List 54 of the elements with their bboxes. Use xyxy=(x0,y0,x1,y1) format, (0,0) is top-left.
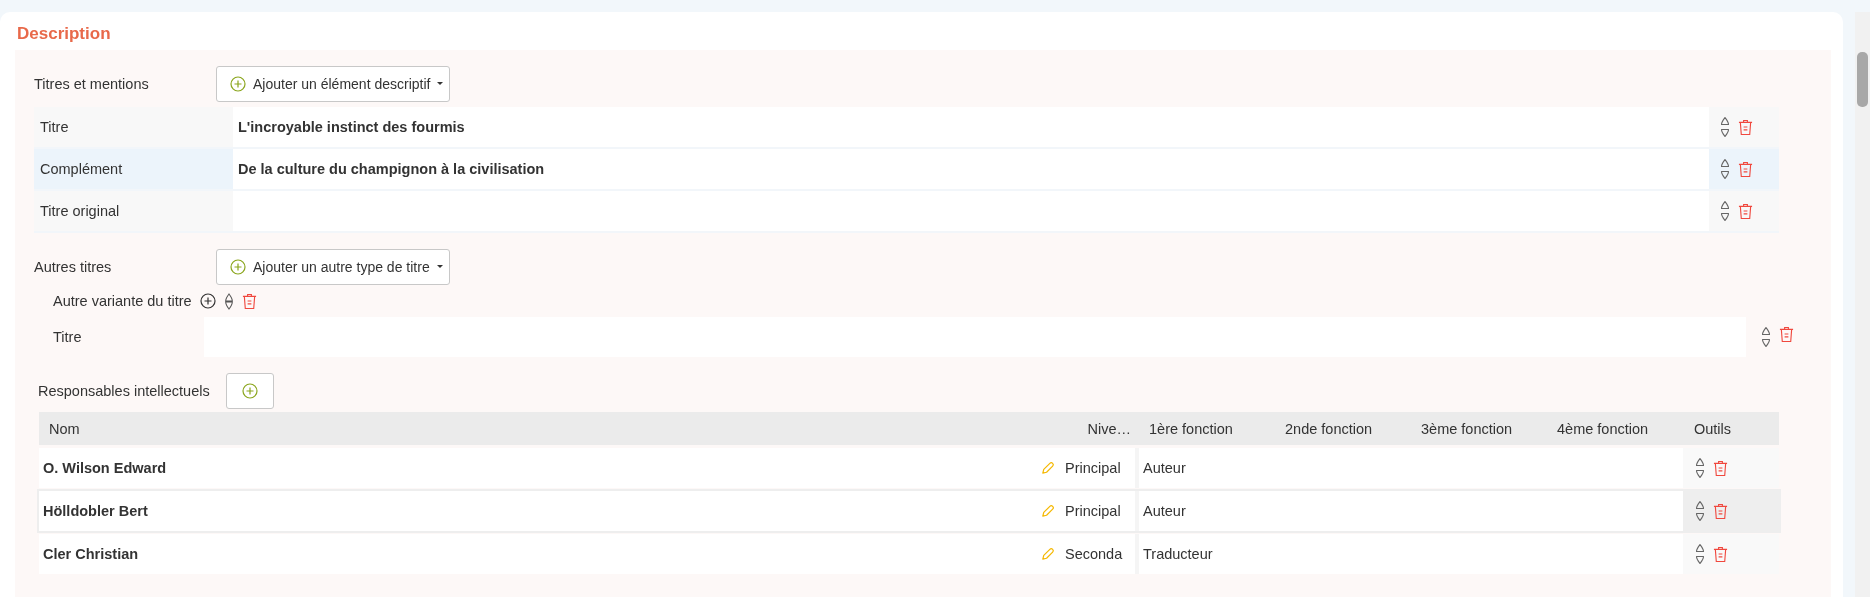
table-cell-text: Auteur xyxy=(1142,502,1187,521)
trash-icon[interactable] xyxy=(241,292,257,310)
add-button[interactable] xyxy=(226,373,274,409)
table-row[interactable]: Hölldobler Bert Principal Auteur xyxy=(39,491,1779,531)
column-header[interactable]: 3ème fonction xyxy=(1411,420,1547,437)
group-label: Titres et mentions xyxy=(34,76,150,92)
column-header[interactable]: 1ère fonction xyxy=(1139,420,1275,437)
section-title: Description xyxy=(16,23,112,45)
reorder-icon[interactable] xyxy=(1720,200,1730,222)
column-header[interactable]: 4ème fonction xyxy=(1547,420,1683,437)
trash-icon[interactable] xyxy=(1713,502,1728,520)
caret-icon xyxy=(437,82,444,86)
table-row[interactable]: O. Wilson Edward Principal Auteur xyxy=(39,448,1779,488)
input-field[interactable]: L'incroyable instinct des fourmis xyxy=(233,107,1709,147)
input-field[interactable]: De la culture du champignon à la civilisation xyxy=(233,149,1709,189)
trash-icon[interactable] xyxy=(1738,202,1753,220)
column-header[interactable]: 2nde fonction xyxy=(1275,420,1411,437)
reorder-icon[interactable] xyxy=(1761,326,1771,348)
add-title-type-button[interactable]: Ajouter un autre type de titre xyxy=(216,249,450,285)
trash-icon[interactable] xyxy=(1713,459,1728,477)
table-cell-text: Auteur xyxy=(1142,459,1187,478)
trash-icon[interactable] xyxy=(1738,118,1753,136)
caret-icon xyxy=(436,265,443,269)
group-label: Responsables intellectuels xyxy=(38,383,211,399)
field-label: Titre xyxy=(52,329,83,345)
reorder-icon[interactable] xyxy=(1720,116,1730,138)
table-cell: Seconda xyxy=(1061,534,1139,574)
plus-icon xyxy=(230,259,246,275)
reorder-icon[interactable] xyxy=(1720,158,1730,180)
table-cell: Hölldobler Bert xyxy=(43,503,148,519)
trash-icon[interactable] xyxy=(1738,160,1753,178)
table-cell: O. Wilson Edward xyxy=(43,460,167,476)
group-label: Autres titres xyxy=(34,259,113,275)
table-cell: Cler Christian xyxy=(43,546,139,562)
plus-icon xyxy=(199,293,216,309)
field-label: Complément xyxy=(34,149,233,189)
reorder-icon[interactable] xyxy=(1695,457,1705,479)
subgroup-label: Autre variante du titre xyxy=(53,293,192,309)
table-row[interactable]: Cler Christian Seconda Traducteur xyxy=(39,534,1779,574)
column-header[interactable]: Outils xyxy=(1683,420,1779,437)
reorder-icon[interactable] xyxy=(1695,543,1705,565)
field-label: Titre original xyxy=(34,191,233,231)
add-element-button[interactable]: Ajouter un élément descriptif xyxy=(216,66,451,102)
table-cell-text: Traducteur xyxy=(1142,545,1214,564)
plus-icon xyxy=(230,76,246,92)
column-header[interactable]: Nom xyxy=(39,420,1061,437)
trash-icon[interactable] xyxy=(1779,326,1794,343)
plus-icon xyxy=(242,383,258,399)
reorder-icon[interactable] xyxy=(223,292,234,310)
scrollbar-thumb[interactable] xyxy=(1857,52,1868,107)
reorder-icon[interactable] xyxy=(1695,500,1705,522)
trash-icon[interactable] xyxy=(1713,545,1728,563)
column-header[interactable]: Nive… xyxy=(1061,420,1139,437)
field-label: Titre xyxy=(34,107,233,147)
